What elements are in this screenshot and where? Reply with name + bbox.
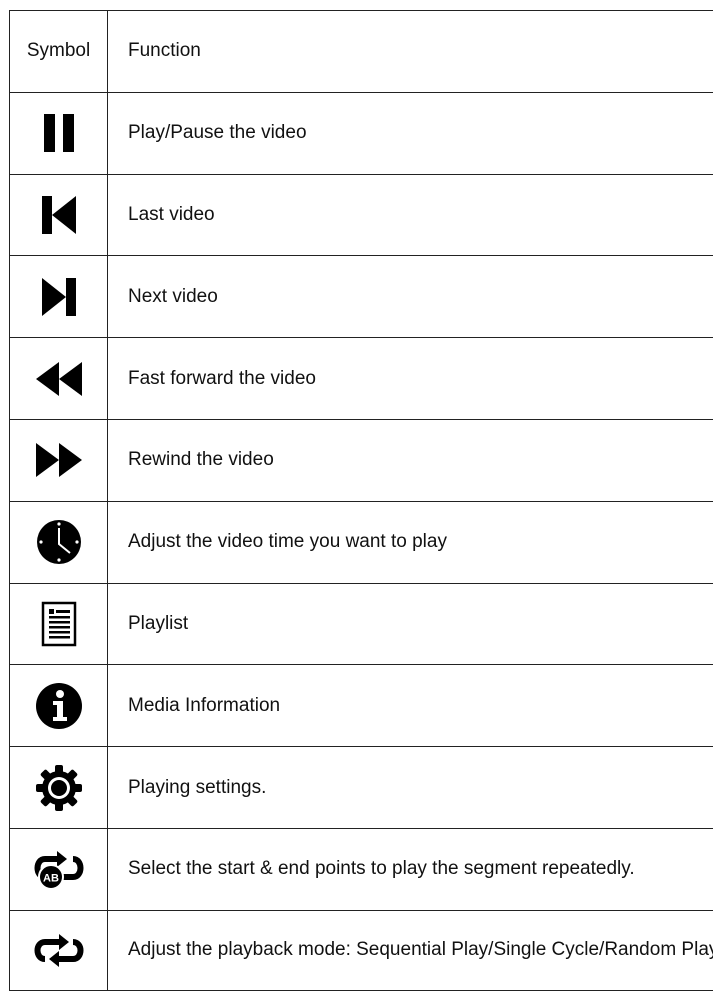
skip-previous-icon [41,195,77,235]
table-row: Media Information [10,665,713,747]
double-arrow-left-icon [35,361,83,397]
info-icon [35,682,83,730]
table-row: Playlist [10,583,713,665]
ab-repeat-icon: AB [31,847,87,891]
table-header-row: Symbol Function [10,11,713,93]
table-row: AB Select the start & end points to play… [10,828,713,910]
table-row: Next video [10,256,713,338]
function-text: Select the start & end points to play th… [108,828,713,910]
function-text: Fast forward the video [108,338,713,420]
function-text: Play/Pause the video [108,92,713,174]
pause-icon [42,113,76,153]
function-text: Playing settings. [108,747,713,829]
symbol-function-table: Symbol Function Play/Pause the video Las… [9,10,713,991]
function-text: Playlist [108,583,713,665]
function-text: Rewind the video [108,419,713,501]
double-arrow-right-icon [35,442,83,478]
table-row: Rewind the video [10,419,713,501]
clock-icon [36,519,82,565]
function-text: Last video [108,174,713,256]
function-text: Media Information [108,665,713,747]
svg-text:AB: AB [43,873,59,885]
function-text: Next video [108,256,713,338]
function-text: Adjust the playback mode: Sequential Pla… [108,910,713,990]
table-row: Adjust the video time you want to play [10,501,713,583]
skip-next-icon [41,277,77,317]
gear-icon [34,763,84,813]
playlist-icon [41,601,77,647]
table-row: Adjust the playback mode: Sequential Pla… [10,910,713,990]
symbol-column-header: Symbol [10,11,108,93]
repeat-icon [31,933,87,967]
function-text: Adjust the video time you want to play [108,501,713,583]
table-row: Last video [10,174,713,256]
table-row: Play/Pause the video [10,92,713,174]
table-row: Playing settings. [10,747,713,829]
function-column-header: Function [108,11,713,93]
table-row: Fast forward the video [10,338,713,420]
